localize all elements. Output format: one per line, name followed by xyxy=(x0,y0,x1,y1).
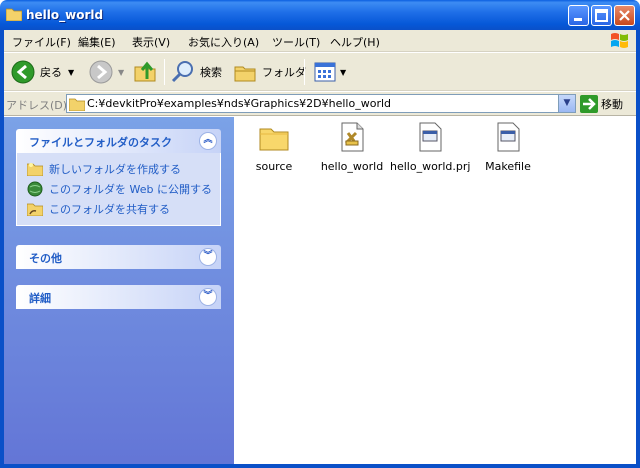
file-folder-tasks-panel: ファイルとフォルダのタスク ︽ 新しいフォルダを作成する このフォルダを Web… xyxy=(16,129,221,226)
menu-help[interactable]: ヘルプ(H) xyxy=(330,34,380,50)
window-frame-left xyxy=(0,30,4,468)
title-bar[interactable]: hello_world xyxy=(0,0,640,30)
details-header[interactable]: 詳細 ︾ xyxy=(16,285,221,309)
share-folder-link[interactable]: このフォルダを共有する xyxy=(27,199,220,219)
views-dropdown-icon[interactable]: ▼ xyxy=(340,68,346,77)
window-frame-right xyxy=(636,30,640,468)
task-link-label: 新しいフォルダを作成する xyxy=(49,163,181,176)
back-button[interactable]: 戻る ▼ xyxy=(10,59,74,85)
address-input[interactable]: C:¥devkitPro¥examples¥nds¥Graphics¥2D¥he… xyxy=(66,94,576,113)
up-folder-icon xyxy=(134,61,156,82)
file-name: hello_world xyxy=(320,160,384,173)
close-button[interactable] xyxy=(614,5,635,26)
address-label: アドレス(D) xyxy=(6,99,68,112)
close-icon xyxy=(619,10,630,21)
search-button[interactable]: 検索 xyxy=(170,59,222,85)
folders-label: フォルダ xyxy=(262,66,306,79)
menu-edit[interactable]: 編集(E) xyxy=(78,34,116,50)
views-icon xyxy=(314,62,336,82)
file-name: hello_world.prj xyxy=(390,160,471,173)
search-icon xyxy=(171,61,193,83)
folder-icon xyxy=(259,128,289,151)
go-label: 移動 xyxy=(601,98,623,111)
menu-file[interactable]: ファイル(F) xyxy=(12,34,71,50)
go-arrow-icon xyxy=(580,95,598,113)
maximize-button[interactable] xyxy=(591,5,612,26)
address-value: C:¥devkitPro¥examples¥nds¥Graphics¥2D¥he… xyxy=(87,97,392,110)
back-arrow-icon xyxy=(11,60,35,84)
panel-title: ファイルとフォルダのタスク xyxy=(29,136,172,149)
panel-title: その他 xyxy=(29,252,62,265)
menu-tools[interactable]: ツール(T) xyxy=(272,34,320,50)
panel-title: 詳細 xyxy=(29,292,51,305)
search-label: 検索 xyxy=(200,66,222,79)
maximize-icon xyxy=(595,9,608,22)
expand-button[interactable]: ︾ xyxy=(199,248,217,266)
menu-favorites[interactable]: お気に入り(A) xyxy=(188,34,259,50)
views-button[interactable]: ▼ xyxy=(312,59,346,85)
file-item-makefile[interactable]: Makefile xyxy=(468,121,548,173)
toolbar: 戻る ▼ ▼ 検索 フォルダ ▼ xyxy=(0,53,640,91)
forward-dropdown-icon[interactable]: ▼ xyxy=(118,68,124,77)
file-list: source hello_world hello_world.prj Makef… xyxy=(234,117,640,468)
file-item-source[interactable]: source xyxy=(234,121,314,173)
details-panel: 詳細 ︾ xyxy=(16,285,221,309)
toolbar-separator xyxy=(164,59,165,85)
forward-button[interactable]: ▼ xyxy=(88,59,124,85)
new-folder-link[interactable]: 新しいフォルダを作成する xyxy=(27,159,220,179)
windows-logo-icon xyxy=(611,33,628,48)
document-icon xyxy=(497,122,520,152)
document-icon xyxy=(419,122,442,152)
publish-web-link[interactable]: このフォルダを Web に公開する xyxy=(27,179,220,199)
forward-arrow-icon xyxy=(89,60,113,84)
window-frame-bottom xyxy=(0,464,640,468)
nds-file-icon xyxy=(341,122,364,152)
file-folder-tasks-body: 新しいフォルダを作成する このフォルダを Web に公開する このフォルダを共有… xyxy=(16,153,221,226)
minimize-button[interactable] xyxy=(568,5,589,26)
expand-button[interactable]: ︾ xyxy=(199,288,217,306)
go-button[interactable]: 移動 xyxy=(580,95,623,113)
task-link-label: このフォルダを Web に公開する xyxy=(49,183,212,196)
file-name: source xyxy=(255,160,293,173)
other-places-header[interactable]: その他 ︾ xyxy=(16,245,221,269)
globe-icon xyxy=(27,181,43,197)
folder-icon xyxy=(6,8,22,21)
file-name: Makefile xyxy=(485,160,531,173)
menu-view[interactable]: 表示(V) xyxy=(132,34,170,50)
up-folder-button[interactable] xyxy=(132,59,158,85)
folder-icon xyxy=(69,98,85,111)
file-item-hello-world-prj[interactable]: hello_world.prj xyxy=(390,121,470,173)
back-dropdown-icon[interactable]: ▼ xyxy=(68,68,74,77)
other-places-panel: その他 ︾ xyxy=(16,245,221,269)
menu-bar: ファイル(F) 編集(E) 表示(V) お気に入り(A) ツール(T) ヘルプ(… xyxy=(0,30,640,52)
file-folder-tasks-header[interactable]: ファイルとフォルダのタスク ︽ xyxy=(16,129,221,153)
file-item-hello-world[interactable]: hello_world xyxy=(312,121,392,173)
folders-button[interactable]: フォルダ xyxy=(232,59,306,85)
task-link-label: このフォルダを共有する xyxy=(49,203,170,216)
task-pane: ファイルとフォルダのタスク ︽ 新しいフォルダを作成する このフォルダを Web… xyxy=(0,117,234,468)
address-bar: アドレス(D) C:¥devkitPro¥examples¥nds¥Graphi… xyxy=(0,92,640,116)
toolbar-separator xyxy=(304,59,305,85)
collapse-button[interactable]: ︽ xyxy=(199,132,217,150)
address-dropdown-button[interactable]: ▼ xyxy=(558,95,575,112)
folders-icon xyxy=(234,66,256,82)
new-folder-icon xyxy=(27,163,43,176)
back-label: 戻る xyxy=(40,66,62,79)
minimize-icon xyxy=(574,18,582,21)
window-title: hello_world xyxy=(26,8,104,22)
share-folder-icon xyxy=(27,203,43,216)
